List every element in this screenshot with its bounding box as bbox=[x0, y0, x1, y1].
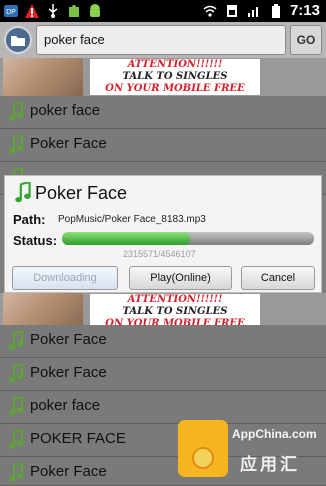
dialog-header: Poker Face bbox=[13, 182, 127, 204]
signal-icon bbox=[246, 3, 262, 19]
watermark-chinese-text: 应用汇 bbox=[240, 455, 300, 474]
appchina-watermark: AppChina.com 应用汇 bbox=[178, 415, 323, 483]
play-online-button[interactable]: Play(Online) bbox=[129, 266, 232, 290]
item-title: Poker Face bbox=[30, 364, 107, 381]
music-note-icon bbox=[9, 364, 23, 383]
music-note-icon bbox=[9, 397, 23, 416]
music-note-icon bbox=[9, 331, 23, 350]
music-note-icon bbox=[9, 135, 23, 154]
folder-icon bbox=[11, 36, 25, 46]
smiley-icon bbox=[192, 447, 214, 469]
search-input[interactable]: poker face bbox=[36, 25, 286, 55]
search-toolbar: poker face GO bbox=[0, 22, 326, 58]
puzzle-icon bbox=[66, 3, 82, 19]
item-title: poker face bbox=[30, 397, 101, 414]
item-title: Poker Face bbox=[30, 463, 107, 480]
progress-fill bbox=[62, 232, 190, 245]
folder-button[interactable] bbox=[4, 26, 32, 54]
status-bar: DP 7:13 bbox=[0, 0, 326, 22]
go-button[interactable]: GO bbox=[290, 25, 322, 55]
download-dialog: Poker Face Path: PopMusic/Poker Face_818… bbox=[4, 175, 322, 293]
list-item[interactable]: poker face bbox=[0, 96, 326, 129]
ad-line-1: ATTENTION!!!!!! bbox=[127, 59, 223, 70]
download-progress-bar bbox=[62, 232, 314, 245]
path-value: PopMusic/Poker Face_8183.mp3 bbox=[58, 214, 206, 225]
item-title: poker face bbox=[30, 102, 101, 119]
list-item[interactable]: Poker Face bbox=[0, 325, 326, 358]
ad-line-2: TALK TO SINGLES bbox=[122, 71, 228, 82]
system-icons: 7:13 bbox=[202, 2, 320, 19]
item-title: Poker Face bbox=[30, 331, 107, 348]
music-note-icon bbox=[9, 463, 23, 482]
ad-line-2: TALK TO SINGLES bbox=[122, 306, 228, 317]
ad-line-1: ATTENTION!!!!!! bbox=[127, 294, 223, 305]
item-title: POKER FACE bbox=[30, 430, 126, 447]
wifi-icon bbox=[202, 3, 218, 19]
clock-time: 7:13 bbox=[289, 2, 320, 19]
banner-ad[interactable]: ATTENTION!!!!!! TALK TO SINGLES ON YOUR … bbox=[0, 58, 326, 96]
sim-icon bbox=[224, 3, 240, 19]
android-icon bbox=[87, 3, 103, 19]
cancel-button[interactable]: Cancel bbox=[241, 266, 315, 290]
path-label: Path: bbox=[13, 212, 46, 227]
shopping-bag-icon bbox=[178, 420, 228, 477]
music-note-icon bbox=[9, 430, 23, 449]
notification-icons: DP bbox=[3, 3, 103, 19]
status-label: Status: bbox=[13, 233, 58, 248]
app-icon: DP bbox=[3, 3, 19, 19]
list-item[interactable]: Poker Face bbox=[0, 358, 326, 391]
watermark-text: AppChina.com bbox=[232, 427, 317, 441]
ad-text: ATTENTION!!!!!! TALK TO SINGLES ON YOUR … bbox=[90, 59, 260, 95]
ad-line-3: ON YOUR MOBILE FREE bbox=[105, 83, 245, 94]
battery-icon bbox=[268, 3, 284, 19]
item-title: Poker Face bbox=[30, 135, 107, 152]
svg-text:DP: DP bbox=[6, 9, 16, 16]
progress-text: 2315571/4546107 bbox=[123, 249, 196, 259]
usb-icon bbox=[45, 3, 61, 19]
music-note-icon bbox=[9, 102, 23, 121]
downloading-button[interactable]: Downloading bbox=[12, 266, 118, 290]
dialog-title: Poker Face bbox=[35, 182, 128, 203]
music-note-icon bbox=[15, 182, 31, 203]
warning-icon bbox=[24, 3, 40, 19]
ad-photo bbox=[3, 58, 83, 96]
list-item[interactable]: Poker Face bbox=[0, 129, 326, 162]
